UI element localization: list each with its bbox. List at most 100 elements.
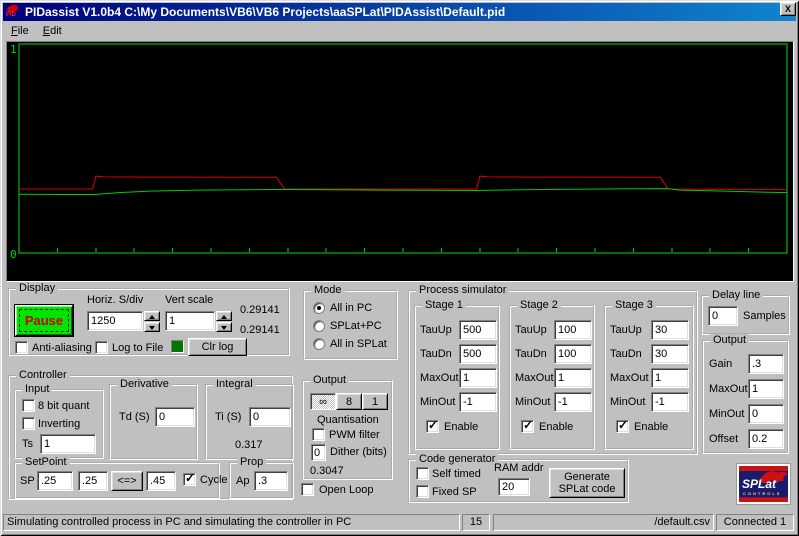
stage1-title: Stage 1 <box>422 299 466 311</box>
stage1-maxout-input[interactable] <box>459 368 497 388</box>
vert-scale-label: Vert scale <box>165 294 213 306</box>
stage3-taudn-input[interactable] <box>651 344 689 364</box>
sim-minout-input[interactable] <box>748 404 784 424</box>
readout-bottom: 0.29141 <box>240 324 280 336</box>
stage2-taudn-input[interactable] <box>554 344 592 364</box>
sp-low-input[interactable] <box>78 471 108 491</box>
stage3-maxout-input[interactable] <box>651 368 689 388</box>
self-timed-checkbox[interactable] <box>416 467 429 480</box>
quant-inf-button[interactable]: ∞ <box>310 393 336 410</box>
mode-all-in-pc-label: All in PC <box>330 302 372 314</box>
enable-label: Enable <box>539 421 573 433</box>
controller-group-title: Controller <box>16 369 70 381</box>
mode-all-in-pc-radio[interactable] <box>313 302 325 314</box>
stage3-enable-checkbox[interactable] <box>616 420 629 433</box>
stage1-taudn-input[interactable] <box>459 344 497 364</box>
mode-all-in-splat-radio[interactable] <box>313 338 325 350</box>
minout-label: MinOut <box>420 396 455 408</box>
controller-output-group: Output ∞ 8 1 Quantisation PWM filter Dit… <box>302 380 393 480</box>
dither-input[interactable] <box>311 444 326 461</box>
ti-input[interactable] <box>249 407 291 427</box>
delay-input[interactable] <box>708 306 738 326</box>
pause-button[interactable]: Pause <box>15 305 73 336</box>
spin-up-icon[interactable] <box>144 311 160 321</box>
title-bar[interactable]: PID PIDassist V1.0b4 C:\My Documents\VB6… <box>3 3 796 21</box>
status-bar: Simulating controlled process in PC and … <box>3 510 796 533</box>
dither-label: Dither (bits) <box>330 446 387 458</box>
open-loop-checkbox[interactable] <box>301 483 314 496</box>
enable-label: Enable <box>444 421 478 433</box>
log-to-file-label: Log to File <box>112 342 163 354</box>
stage2-minout-input[interactable] <box>554 392 592 412</box>
horiz-sdiv-spinner[interactable] <box>144 311 160 332</box>
sp-high-input[interactable] <box>146 471 176 491</box>
maxout-label: MaxOut <box>709 383 748 395</box>
stage1-minout-input[interactable] <box>459 392 497 412</box>
ap-input[interactable] <box>254 471 288 491</box>
enable-label: Enable <box>634 421 668 433</box>
code-generator-title: Code generator <box>416 453 498 465</box>
mode-splat-pc-radio[interactable] <box>313 320 325 332</box>
quant-1-button[interactable]: 1 <box>362 393 388 410</box>
vert-scale-input[interactable] <box>165 311 215 331</box>
sim-maxout-input[interactable] <box>748 379 784 399</box>
8bit-quant-checkbox[interactable] <box>22 399 35 412</box>
samples-label: Samples <box>743 310 786 322</box>
ts-label: Ts <box>22 438 33 450</box>
sp-swap-button[interactable]: <=> <box>111 471 143 491</box>
logo-brand-text: SPLat <box>742 477 776 491</box>
focus-rect <box>19 309 69 332</box>
stage2-tauup-input[interactable] <box>554 320 592 340</box>
anti-aliasing-checkbox[interactable] <box>15 341 28 354</box>
8bit-quant-label: 8 bit quant <box>38 400 89 412</box>
td-input[interactable] <box>155 407 195 427</box>
horiz-sdiv-input[interactable] <box>87 311 143 331</box>
stage3-tauup-input[interactable] <box>651 320 689 340</box>
stage1-enable-checkbox[interactable] <box>426 420 439 433</box>
status-count: 15 <box>462 514 490 531</box>
integral-group-title: Integral <box>213 378 256 390</box>
generate-splat-code-button[interactable]: Generate SPLat code <box>549 468 625 498</box>
y-min-label: 0 <box>10 248 17 261</box>
menu-file[interactable]: File <box>5 23 35 39</box>
close-button[interactable]: X <box>780 2 796 16</box>
sim-output-title: Output <box>710 334 749 346</box>
controller-output-title: Output <box>310 374 349 386</box>
gain-input[interactable] <box>748 354 784 374</box>
stage2-enable-checkbox[interactable] <box>521 420 534 433</box>
splat-logo: SPLat CONTROLS <box>736 463 791 505</box>
display-group: Display Pause Horiz. S/div Vert scale 0.… <box>8 288 290 356</box>
fixed-sp-label: Fixed SP <box>432 486 477 498</box>
logo-sub-text: CONTROLS <box>743 491 781 496</box>
splat-logo-card: SPLat CONTROLS <box>739 466 788 502</box>
ts-input[interactable] <box>40 434 96 454</box>
stage3-minout-input[interactable] <box>651 392 689 412</box>
minout-label: MinOut <box>515 396 550 408</box>
minout-label: MinOut <box>610 396 645 408</box>
quant-8-button[interactable]: 8 <box>336 393 362 410</box>
clr-log-button[interactable]: Clr log <box>188 338 247 356</box>
spin-up-icon[interactable] <box>216 311 232 321</box>
offset-label: Offset <box>709 433 738 445</box>
process-simulator-title: Process simulator <box>416 284 509 296</box>
taudn-label: TauDn <box>515 348 547 360</box>
ap-label: Ap <box>236 475 249 487</box>
ram-addr-input[interactable] <box>498 478 530 496</box>
window-title: PIDassist V1.0b4 C:\My Documents\VB6\VB6… <box>25 5 505 19</box>
fixed-sp-checkbox[interactable] <box>416 485 429 498</box>
vert-scale-spinner[interactable] <box>216 311 232 332</box>
cycle-checkbox[interactable] <box>183 473 196 486</box>
stage1-tauup-input[interactable] <box>459 320 497 340</box>
sp-input[interactable] <box>37 471 73 491</box>
code-generator-group: Code generator Self timed Fixed SP RAM a… <box>408 459 629 503</box>
offset-input[interactable] <box>748 429 784 449</box>
spin-down-icon[interactable] <box>144 322 160 332</box>
log-to-file-checkbox[interactable] <box>95 341 108 354</box>
controller-group: Controller Input 8 bit quant Inverting T… <box>8 375 293 500</box>
pwm-filter-checkbox[interactable] <box>312 428 325 441</box>
inverting-checkbox[interactable] <box>22 417 35 430</box>
prop-group: Prop Ap <box>229 462 294 499</box>
spin-down-icon[interactable] <box>216 322 232 332</box>
stage2-maxout-input[interactable] <box>554 368 592 388</box>
menu-edit[interactable]: Edit <box>37 23 68 39</box>
